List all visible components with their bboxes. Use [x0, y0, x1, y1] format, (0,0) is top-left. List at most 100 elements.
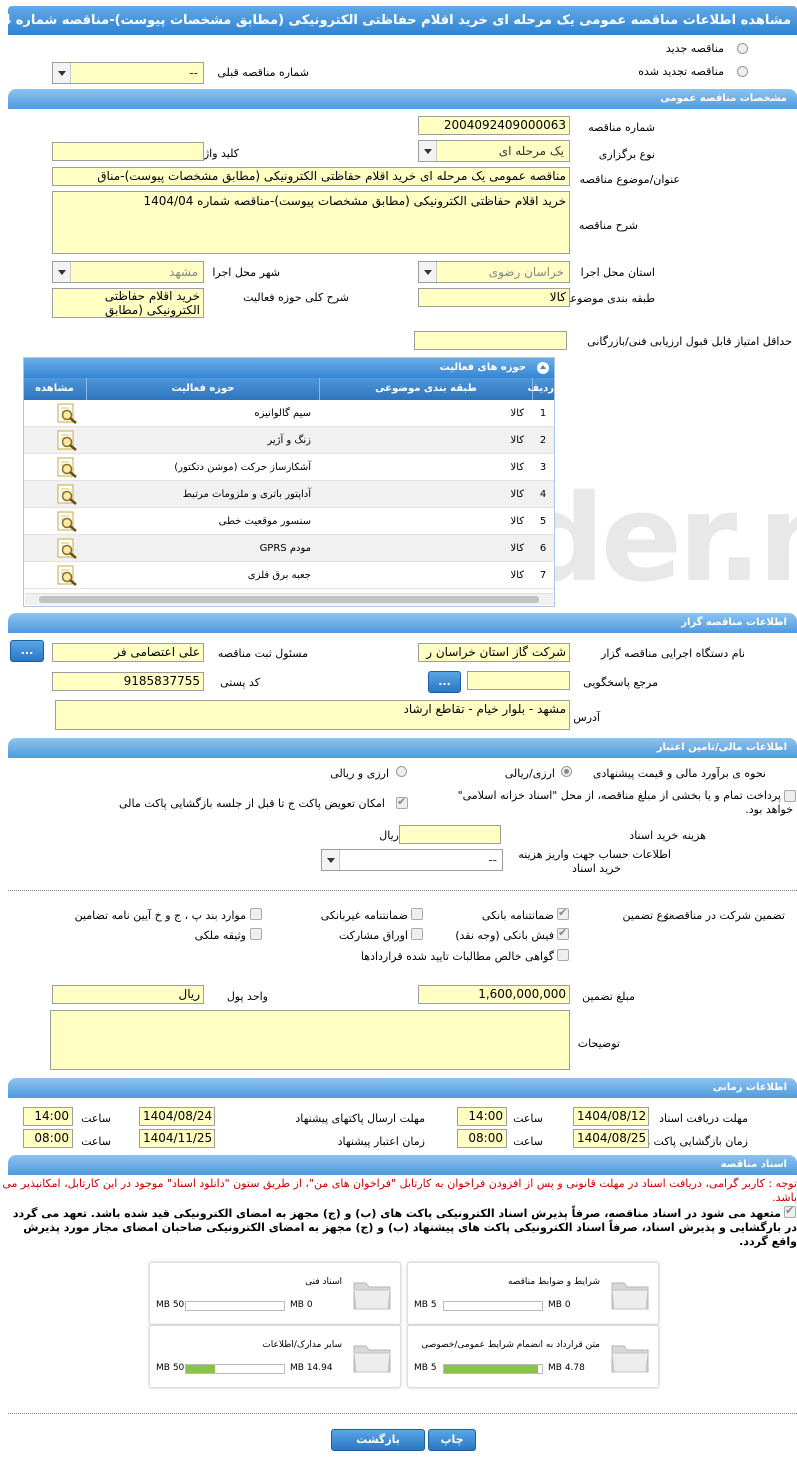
new-tender-radio[interactable]	[737, 43, 748, 54]
responsible-field[interactable]: علی اعتصامی فر	[52, 643, 204, 662]
activity-desc-field[interactable]: خرید اقلام حفاظتی الکترونیکی (مطابق	[52, 288, 204, 318]
print-button[interactable]: چاپ	[428, 1429, 476, 1451]
document-used-size: 14.94 MB	[290, 1363, 333, 1373]
keyword-label: کلید واژه	[198, 147, 239, 160]
keyword-field[interactable]	[52, 142, 204, 161]
postal-field[interactable]: 9185837755	[52, 672, 204, 691]
view-details-icon[interactable]	[56, 511, 78, 532]
row-number: 2	[539, 435, 547, 446]
currency-and-rial-radio[interactable]	[396, 766, 407, 777]
section-general: مشخصات مناقصه عمومی	[8, 89, 797, 109]
send-time[interactable]: 14:00	[23, 1107, 73, 1126]
activity-grid-columns: ردیف طبقه بندی موضوعی حوزه فعالیت مشاهده	[24, 378, 554, 400]
prev-number-value: --	[189, 66, 198, 80]
prev-number-label: شماره مناقصه قبلی	[217, 66, 309, 79]
row-category: کالا	[510, 408, 524, 419]
view-details-icon[interactable]	[56, 457, 78, 478]
document-card[interactable]: شرایط و ضوابط مناقصه 5 MB 0 MB	[407, 1262, 659, 1325]
chevron-down-icon	[53, 63, 71, 83]
property-checkbox[interactable]	[250, 928, 262, 940]
address-field[interactable]: مشهد - بلوار خیام - تقاطع ارشاد	[55, 700, 570, 730]
row-field: آشکارساز حرکت (موشن دتکتور)	[174, 462, 311, 473]
bank-guarantee-checkbox[interactable]	[557, 906, 569, 920]
send-date[interactable]: 1404/08/24	[139, 1107, 215, 1126]
document-max-size: 50 MB	[156, 1363, 185, 1373]
treasury-text-2: خواهد بود.	[745, 803, 793, 816]
prev-number-select[interactable]: --	[52, 62, 204, 84]
clause-items-label: موارد بند پ ، ج و خ آیین نامه تضامین	[74, 909, 246, 922]
grid-scrollbar[interactable]	[25, 593, 553, 605]
bonds-checkbox[interactable]	[411, 928, 423, 940]
view-details-icon[interactable]	[56, 430, 78, 451]
back-button[interactable]: بازگشت	[331, 1429, 425, 1451]
validity-date[interactable]: 1404/11/25	[139, 1129, 215, 1148]
doc-receive-date[interactable]: 1404/08/12	[573, 1107, 649, 1126]
type-select[interactable]: یک مرحله ای	[418, 140, 570, 162]
desc-field[interactable]: خرید اقلام حفاظتی الکترونیکی (مطابق مشخص…	[52, 191, 570, 254]
view-details-icon[interactable]	[56, 484, 78, 505]
table-row: 6 کالا مودم GPRS	[24, 535, 554, 562]
subject-label: عنوان/موضوع مناقصه	[579, 173, 680, 186]
view-details-icon[interactable]	[56, 565, 78, 586]
row-field: زنگ و آژیر	[267, 435, 311, 446]
document-card[interactable]: سایر مدارک/اطلاعات 50 MB 14.94 MB	[149, 1325, 401, 1388]
doc-receive-time[interactable]: 14:00	[457, 1107, 507, 1126]
view-details-icon[interactable]	[56, 403, 78, 424]
bank-guarantee-label: ضمانتنامه بانکی	[481, 909, 554, 922]
min-score-label: حداقل امتیاز قابل قبول ارزیابی فنی/بازرگ…	[587, 335, 792, 348]
currency-rial-radio[interactable]	[561, 766, 572, 777]
doc-receive-label: مهلت دریافت اسناد	[659, 1112, 748, 1125]
renewed-tender-radio[interactable]	[737, 66, 748, 77]
clause-items-checkbox[interactable]	[250, 908, 262, 920]
doc-cost-field[interactable]	[399, 825, 501, 844]
notes-field[interactable]	[50, 1010, 570, 1070]
city-select[interactable]: مشهد	[52, 261, 204, 283]
account-select[interactable]: --	[321, 849, 503, 871]
ref-field[interactable]	[467, 671, 570, 690]
table-row: 7 کالا جعبه برق فلزی	[24, 562, 554, 589]
nonbank-guarantee-checkbox[interactable]	[411, 908, 423, 920]
open-date[interactable]: 1404/08/25	[573, 1129, 649, 1148]
currency-rial-label: ارزی/ریالی	[504, 767, 555, 780]
claims-cert-checkbox[interactable]	[557, 949, 569, 961]
page-title: مشاهده اطلاعات مناقصه عمومی یک مرحله ای …	[8, 6, 797, 35]
row-category: کالا	[510, 435, 524, 446]
treasury-checkbox[interactable]	[784, 790, 796, 802]
category-field[interactable]: کالا	[418, 288, 570, 307]
folder-icon	[352, 1340, 392, 1374]
doc-cost-unit: ریال	[379, 829, 399, 842]
amount-field[interactable]: 1,600,000,000	[418, 985, 570, 1004]
city-label: شهر محل اجرا	[212, 266, 280, 279]
view-details-icon[interactable]	[56, 538, 78, 559]
currency-field[interactable]: ریال	[52, 985, 204, 1004]
document-used-size: 4.78 MB	[548, 1363, 585, 1373]
type-value: یک مرحله ای	[498, 144, 564, 158]
province-select[interactable]: خراسان رضوی	[418, 261, 570, 283]
activity-desc-label: شرح کلی حوزه فعالیت	[243, 291, 349, 304]
subject-field[interactable]: مناقصه عمومی یک مرحله ای خرید اقلام حفاظ…	[52, 167, 570, 186]
row-field: آداپتور باتری و ملزومات مرتبط	[182, 489, 311, 500]
documents-warning: توجه : کاربر گرامی، دریافت اسناد در مهلت…	[2, 1177, 797, 1204]
grid-scrollbar-thumb[interactable]	[39, 596, 539, 603]
row-number: 4	[539, 489, 547, 500]
org-field[interactable]: شرکت گاز استان خراسان ر	[418, 643, 570, 662]
document-card[interactable]: اسناد فنی 50 MB 0 MB	[149, 1262, 401, 1325]
time-label-1: ساعت	[513, 1112, 543, 1125]
notes-label: توضیحات	[577, 1037, 620, 1050]
min-score-field[interactable]	[414, 331, 567, 350]
renewed-tender-label: مناقصه تجدید شده	[638, 65, 724, 78]
tender-number-field[interactable]: 2004092409000063	[418, 116, 570, 135]
document-title: شرایط و ضوابط مناقصه	[507, 1277, 600, 1287]
document-card[interactable]: متن قرارداد به انضمام شرایط عمومی/خصوصی 5…	[407, 1325, 659, 1388]
send-label: مهلت ارسال پاکتهای پیشنهاد	[295, 1112, 425, 1125]
open-time[interactable]: 08:00	[457, 1129, 507, 1148]
collapse-icon[interactable]	[537, 362, 549, 374]
account-value: --	[488, 853, 497, 867]
org-label: نام دستگاه اجرایی مناقصه گزار	[601, 647, 745, 660]
activity-grid-title: حوزه های فعالیت	[439, 362, 526, 373]
ref-lookup-button[interactable]: ...	[428, 671, 461, 693]
validity-time[interactable]: 08:00	[23, 1129, 73, 1148]
responsible-lookup-button[interactable]: ...	[10, 640, 44, 662]
swap-envelope-checkbox[interactable]	[396, 795, 408, 809]
bank-receipt-checkbox[interactable]	[557, 926, 569, 940]
